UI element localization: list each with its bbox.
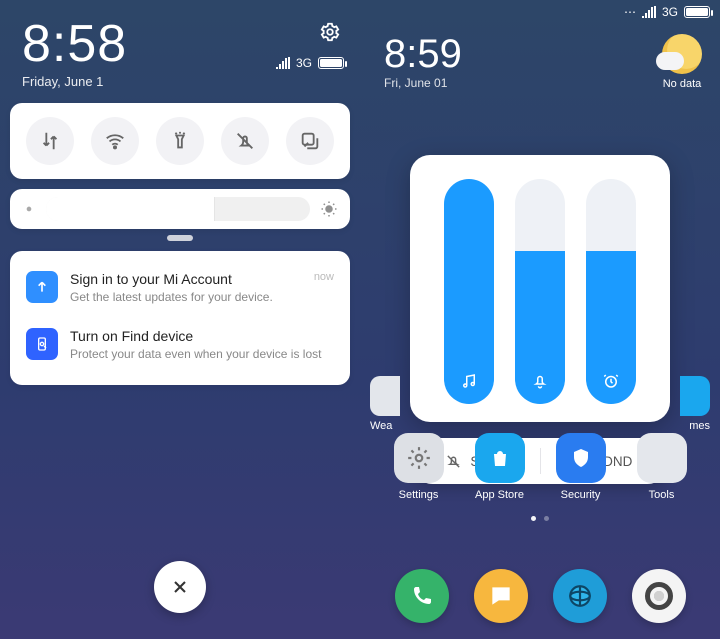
dock-camera[interactable] — [632, 569, 686, 623]
wifi-icon — [104, 130, 126, 152]
notification-title: Sign in to your Mi Account — [70, 271, 302, 287]
quick-toggles-card — [10, 103, 350, 179]
time-block: 8:58 Friday, June 1 — [22, 18, 127, 89]
weather-widget[interactable]: No data — [662, 34, 702, 90]
notification-body: Get the latest updates for your device. — [70, 290, 302, 304]
top-row: 8:59 Fri, June 01 No data — [360, 20, 720, 90]
phone-icon — [410, 584, 434, 608]
app-row-partial: Wea mes — [360, 376, 720, 432]
date: Friday, June 1 — [22, 74, 127, 89]
close-icon — [170, 577, 190, 597]
security-app-icon — [556, 433, 606, 483]
alarm-volume-slider[interactable] — [586, 179, 636, 404]
camera-icon — [645, 582, 673, 610]
network-label: 3G — [662, 5, 678, 19]
signal-icon — [276, 57, 290, 69]
signal-icon — [642, 6, 656, 18]
battery-icon — [684, 6, 710, 18]
date: Fri, June 01 — [384, 76, 462, 90]
brightness-high-icon — [320, 200, 338, 218]
status-icons: 3G — [276, 18, 344, 70]
notification-title: Turn on Find device — [70, 328, 334, 344]
clock: 8:59 — [384, 34, 462, 74]
settings-app-icon — [394, 433, 444, 483]
dock-phone[interactable] — [395, 569, 449, 623]
app-partial-icon — [680, 376, 710, 416]
data-icon — [39, 130, 61, 152]
tools-folder-icon — [637, 433, 687, 483]
notifications-card: Sign in to your Mi Account Get the lates… — [10, 251, 350, 385]
toggle-screenshot[interactable] — [286, 117, 334, 165]
dock-browser[interactable] — [553, 569, 607, 623]
network-label: 3G — [296, 56, 312, 70]
flashlight-icon — [169, 130, 191, 152]
app-row: Settings App Store Security Tools — [360, 433, 720, 501]
shield-icon — [569, 446, 593, 470]
dock-messages[interactable] — [474, 569, 528, 623]
app-label: Security — [561, 489, 601, 501]
appstore-app-icon — [475, 433, 525, 483]
message-icon — [488, 583, 514, 609]
clock: 8:58 — [22, 18, 127, 70]
time-block: 8:59 Fri, June 01 — [384, 34, 462, 90]
app-label-partial: Wea — [370, 420, 392, 432]
app-tools-folder[interactable]: Tools — [630, 433, 694, 501]
toggle-mute[interactable] — [221, 117, 269, 165]
brightness-card — [10, 189, 350, 229]
weather-icon — [662, 34, 702, 74]
home-screen-volume: ⋯ 3G 8:59 Fri, June 01 No data — [360, 0, 720, 639]
arrow-up-icon — [26, 271, 58, 303]
battery-icon — [318, 57, 344, 69]
media-volume-slider[interactable] — [444, 179, 494, 404]
toggle-wifi[interactable] — [91, 117, 139, 165]
settings-button[interactable] — [316, 18, 344, 46]
mute-icon — [234, 130, 256, 152]
shade-drag-handle[interactable] — [167, 235, 193, 241]
dock — [360, 569, 720, 623]
bag-icon — [488, 446, 512, 470]
app-label: App Store — [475, 489, 524, 501]
app-label-partial: mes — [689, 420, 710, 432]
app-label: Tools — [649, 489, 675, 501]
notification-item[interactable]: Turn on Find device Protect your data ev… — [10, 316, 350, 373]
toggle-data[interactable] — [26, 117, 74, 165]
app-label: Settings — [399, 489, 439, 501]
app-appstore[interactable]: App Store — [468, 433, 532, 501]
globe-icon — [567, 583, 593, 609]
gear-icon — [406, 445, 432, 471]
notification-item[interactable]: Sign in to your Mi Account Get the lates… — [10, 259, 350, 316]
weather-label: No data — [663, 78, 702, 90]
app-partial-icon — [370, 376, 400, 416]
brightness-low-icon — [22, 202, 36, 216]
notification-body: Protect your data even when your device … — [70, 347, 334, 361]
app-settings[interactable]: Settings — [387, 433, 451, 501]
find-device-icon — [26, 328, 58, 360]
status-row: 8:58 Friday, June 1 3G — [0, 0, 360, 93]
slider-fill — [444, 179, 494, 404]
screenshot-icon — [299, 130, 321, 152]
ring-volume-slider[interactable] — [515, 179, 565, 404]
notification-shade-screen: 8:58 Friday, June 1 3G — [0, 0, 360, 639]
statusbar: ⋯ 3G — [360, 0, 720, 20]
page-indicator — [360, 516, 720, 521]
close-shade-button[interactable] — [154, 561, 206, 613]
app-security[interactable]: Security — [549, 433, 613, 501]
notification-time: now — [314, 271, 334, 283]
brightness-slider[interactable] — [46, 197, 310, 221]
gear-icon — [319, 21, 341, 43]
more-icon: ⋯ — [624, 5, 636, 19]
toggle-flashlight[interactable] — [156, 117, 204, 165]
brightness-fill — [46, 197, 215, 221]
